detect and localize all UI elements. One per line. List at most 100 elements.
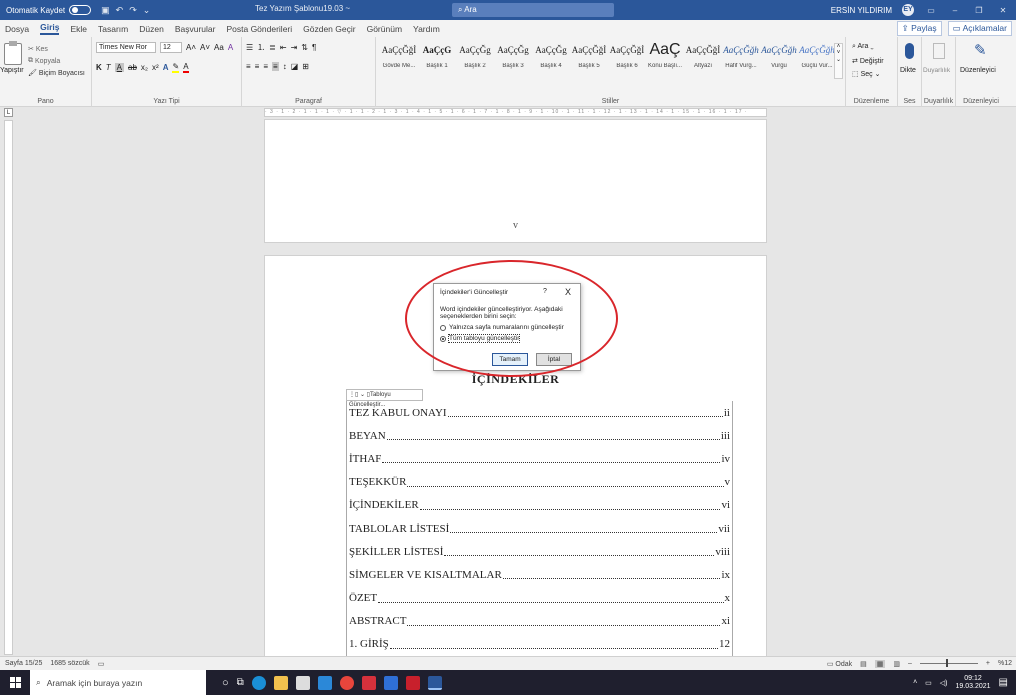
print-layout-icon[interactable]: ▦ bbox=[874, 659, 886, 668]
align-left-icon[interactable]: ≡ bbox=[246, 62, 251, 71]
align-center-icon[interactable]: ≡ bbox=[255, 62, 260, 71]
file-explorer-icon[interactable] bbox=[273, 675, 288, 690]
minimize-icon[interactable]: – bbox=[948, 6, 962, 15]
styles-scroll[interactable]: ˄ ˅ ⌄ bbox=[834, 43, 843, 79]
network-icon[interactable]: ▭ bbox=[925, 679, 932, 687]
style-item[interactable]: AaÇçĞğh Güçlü Vur... bbox=[798, 41, 836, 83]
tab-dosya[interactable]: Dosya bbox=[5, 24, 29, 34]
save-icon[interactable]: ▣ bbox=[101, 5, 110, 16]
autosave-toggle[interactable] bbox=[69, 5, 92, 15]
mail-icon[interactable] bbox=[317, 675, 332, 690]
style-item[interactable]: AaÇçĞğh Vurgu bbox=[760, 41, 798, 83]
font-size-input[interactable]: 12 bbox=[160, 42, 182, 53]
sensitivity-button[interactable]: Duyarlılık bbox=[923, 67, 950, 74]
increase-indent-icon[interactable]: ⇥ bbox=[291, 43, 298, 52]
toc-entry[interactable]: İÇİNDEKİLER vi bbox=[347, 494, 732, 517]
zoom-level[interactable]: %12 bbox=[998, 660, 1012, 667]
change-case-icon[interactable]: Aa bbox=[214, 43, 224, 52]
paste-button[interactable]: Yapıştır bbox=[0, 67, 24, 74]
document-area[interactable]: v İÇİNDEKİLER ⋮▯ ⌄ ▯Tabloyu Güncelleştir… bbox=[14, 119, 1016, 656]
app-blue-icon[interactable] bbox=[383, 675, 398, 690]
toc-entry[interactable]: İTHAF iv bbox=[347, 447, 732, 470]
line-spacing-icon[interactable]: ↕ bbox=[283, 62, 287, 71]
toc-entry[interactable]: ABSTRACT xi bbox=[347, 610, 732, 633]
tab-tasarim[interactable]: Tasarım bbox=[98, 24, 128, 34]
redo-icon[interactable]: ↷ bbox=[129, 5, 137, 16]
superscript-icon[interactable]: x² bbox=[152, 63, 159, 72]
chrome-icon[interactable] bbox=[339, 675, 354, 690]
sensitivity-icon[interactable] bbox=[933, 43, 945, 59]
replace-button[interactable]: ⇄ Değiştir bbox=[852, 57, 884, 65]
bullets-icon[interactable]: ☰ bbox=[246, 43, 253, 52]
clear-format-icon[interactable]: A bbox=[228, 43, 233, 52]
toc-entry[interactable]: SİMGELER VE KISALTMALAR ix bbox=[347, 563, 732, 586]
page-previous[interactable]: v bbox=[264, 119, 767, 243]
italic-icon[interactable]: T bbox=[106, 63, 111, 72]
bold-icon[interactable]: K bbox=[96, 63, 102, 72]
tab-gozden-gecir[interactable]: Gözden Geçir bbox=[303, 24, 355, 34]
style-item[interactable]: AaÇçG Başlık 1 bbox=[418, 41, 456, 83]
decrease-indent-icon[interactable]: ⇤ bbox=[280, 43, 287, 52]
numbering-icon[interactable]: ⒈ bbox=[257, 42, 265, 53]
share-button[interactable]: ⇪ Paylaş bbox=[896, 21, 942, 36]
microphone-icon[interactable] bbox=[905, 43, 914, 59]
underline-icon[interactable]: A bbox=[114, 63, 125, 72]
vertical-ruler[interactable] bbox=[4, 120, 13, 655]
zoom-out-icon[interactable]: – bbox=[908, 660, 912, 667]
read-mode-icon[interactable]: ▤ bbox=[860, 660, 867, 668]
word-icon[interactable] bbox=[427, 675, 442, 690]
format-painter-button[interactable]: 🖌 Biçim Boyacısı bbox=[28, 69, 85, 78]
align-right-icon[interactable]: ≡ bbox=[263, 62, 268, 71]
font-name-input[interactable]: Times New Ror bbox=[96, 42, 156, 53]
store-icon[interactable] bbox=[295, 675, 310, 690]
pilcrow-icon[interactable]: ¶ bbox=[312, 43, 316, 52]
task-view-icon[interactable]: ⧉ bbox=[237, 677, 244, 688]
customize-qat-icon[interactable]: ⌄ bbox=[143, 5, 151, 16]
toc-entry[interactable]: TABLOLAR LİSTESİ vii bbox=[347, 517, 732, 540]
taskbar-search-input[interactable]: ⌕ Aramak için buraya yazın bbox=[30, 670, 206, 695]
proofing-icon[interactable]: ▭ bbox=[98, 660, 105, 668]
tab-basvurular[interactable]: Başvurular bbox=[175, 24, 216, 34]
select-button[interactable]: ⬚ Seç ⌄ bbox=[852, 70, 880, 78]
notifications-icon[interactable]: ▤ bbox=[999, 677, 1008, 688]
style-item[interactable]: AaÇ Konu Başlı... bbox=[646, 41, 684, 83]
shrink-font-icon[interactable]: A˅ bbox=[200, 43, 210, 52]
style-item[interactable]: AaÇçĞğİ Altyazı bbox=[684, 41, 722, 83]
justify-icon[interactable]: ≡ bbox=[272, 62, 279, 71]
clock[interactable]: 09:12 19.03.2021 bbox=[956, 675, 991, 691]
zoom-in-icon[interactable]: + bbox=[986, 660, 990, 667]
subscript-icon[interactable]: x₂ bbox=[141, 63, 148, 72]
cut-button[interactable]: ✂ Kes bbox=[28, 45, 48, 54]
app-red-icon[interactable] bbox=[361, 675, 376, 690]
toc-entry[interactable]: BEYAN iii bbox=[347, 424, 732, 447]
editor-button[interactable]: Düzenleyici bbox=[960, 67, 996, 74]
text-effects-icon[interactable]: A bbox=[163, 63, 169, 72]
sort-icon[interactable]: ⇅ bbox=[301, 43, 308, 52]
highlight-icon[interactable]: ✎ bbox=[172, 62, 180, 73]
ribbon-display-options-icon[interactable]: ▭ bbox=[924, 6, 938, 15]
tab-posta[interactable]: Posta Gönderileri bbox=[226, 24, 292, 34]
style-item[interactable]: AaÇçĞg Başlık 2 bbox=[456, 41, 494, 83]
maximize-icon[interactable]: ❐ bbox=[972, 6, 986, 15]
table-of-contents[interactable]: TEZ KABUL ONAYI ii BEYAN iii İTHAF iv TEŞEKKÜR… bbox=[346, 401, 733, 656]
font-color-icon[interactable]: A bbox=[183, 62, 189, 73]
editor-pen-icon[interactable]: ✎ bbox=[974, 41, 987, 59]
copy-button[interactable]: ⧉ Kopyala bbox=[28, 57, 60, 65]
volume-icon[interactable]: ◁) bbox=[940, 679, 948, 687]
title-search-input[interactable]: ⌕ Ara bbox=[452, 3, 614, 17]
user-name[interactable]: ERSİN YILDIRIM bbox=[831, 6, 892, 15]
style-item[interactable]: AaÇçĞğİ Başlık 6 bbox=[608, 41, 646, 83]
strikethrough-icon[interactable]: ab bbox=[128, 63, 137, 72]
start-button[interactable] bbox=[0, 670, 30, 695]
tab-ekle[interactable]: Ekle bbox=[70, 24, 87, 34]
style-item[interactable]: AaÇçĞg Başlık 4 bbox=[532, 41, 570, 83]
multilevel-list-icon[interactable]: ≣ bbox=[269, 43, 276, 52]
toc-entry[interactable]: TEZ KABUL ONAYI ii bbox=[347, 401, 732, 424]
style-item[interactable]: AaÇçĞğh Hafif Vurg... bbox=[722, 41, 760, 83]
tab-duzen[interactable]: Düzen bbox=[139, 24, 164, 34]
tab-giris[interactable]: Giriş bbox=[40, 22, 60, 35]
style-item[interactable]: AaÇçĞg Başlık 3 bbox=[494, 41, 532, 83]
acrobat-icon[interactable] bbox=[405, 675, 420, 690]
toc-entry[interactable]: ŞEKİLLER LİSTESİ viii bbox=[347, 540, 732, 563]
toc-entry[interactable]: ÖZET x bbox=[347, 587, 732, 610]
